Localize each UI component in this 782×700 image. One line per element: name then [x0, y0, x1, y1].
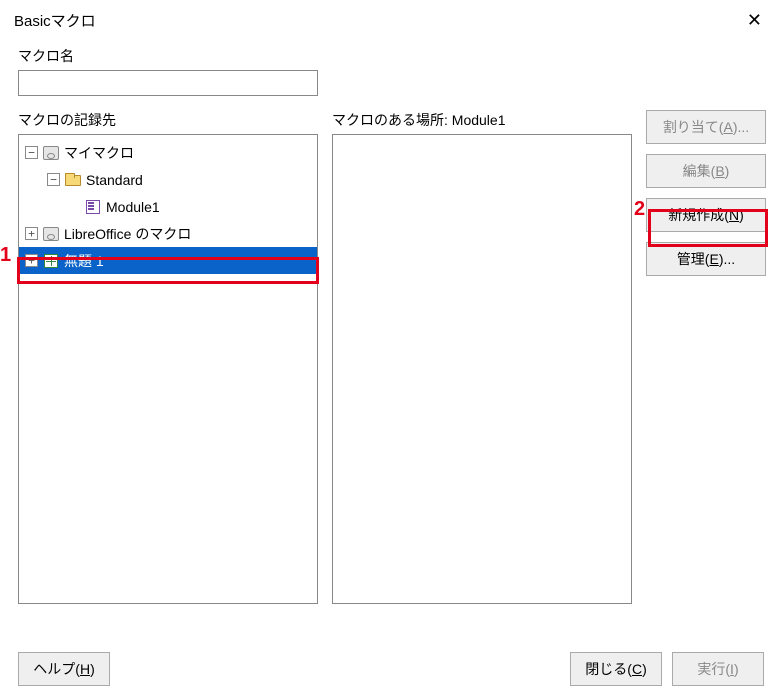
macro-name-label: マクロ名	[18, 46, 768, 66]
manage-button[interactable]: 管理(E)...	[646, 242, 766, 276]
macro-tree-panel: − マイマクロ − Standard Module1	[18, 134, 318, 604]
expand-icon[interactable]: +	[25, 227, 38, 240]
macro-location-label: マクロのある場所: Module1	[332, 110, 632, 130]
folder-icon	[64, 172, 82, 188]
tree-item-label: LibreOffice のマクロ	[64, 224, 191, 244]
tree-item-libreoffice-macros[interactable]: + LibreOffice のマクロ	[19, 220, 317, 247]
tree-item-untitled1[interactable]: + 無題 1	[19, 247, 317, 274]
tree-item-my-macros[interactable]: − マイマクロ	[19, 139, 317, 166]
edit-button[interactable]: 編集(B)	[646, 154, 766, 188]
assign-button[interactable]: 割り当て(A)...	[646, 110, 766, 144]
macro-list-panel[interactable]	[332, 134, 632, 604]
new-button[interactable]: 新規作成(N)	[646, 198, 766, 232]
container-icon	[42, 226, 60, 242]
tree-item-label: マイマクロ	[64, 143, 134, 163]
dialog-title: Basicマクロ	[14, 10, 96, 31]
macro-name-input[interactable]	[18, 70, 318, 96]
tree-item-label: 無題 1	[64, 251, 104, 271]
collapse-icon[interactable]: −	[25, 146, 38, 159]
tree-item-module1[interactable]: Module1	[19, 193, 317, 220]
spreadsheet-icon	[42, 253, 60, 269]
collapse-icon[interactable]: −	[47, 173, 60, 186]
close-button[interactable]: 閉じる(C)	[570, 652, 662, 686]
container-icon	[42, 145, 60, 161]
tree-item-label: Module1	[106, 199, 160, 215]
macro-save-to-label: マクロの記録先	[18, 110, 318, 130]
tree-item-standard[interactable]: − Standard	[19, 166, 317, 193]
close-icon[interactable]: ✕	[741, 10, 768, 31]
run-button[interactable]: 実行(I)	[672, 652, 764, 686]
help-button[interactable]: ヘルプ(H)	[18, 652, 110, 686]
expand-icon[interactable]: +	[25, 254, 38, 267]
tree-item-label: Standard	[86, 172, 143, 188]
module-icon	[84, 199, 102, 215]
